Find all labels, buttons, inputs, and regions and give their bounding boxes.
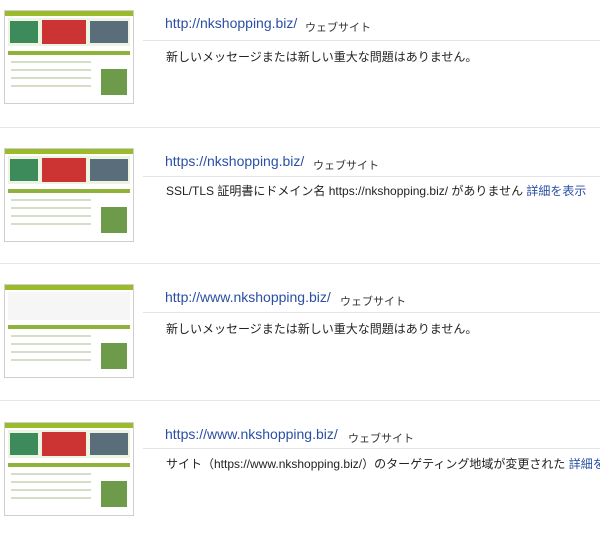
site-entry: https://nkshopping.biz/ ウェブサイト SSL/TLS 証… xyxy=(0,138,600,274)
site-message-text: SSL/TLS 証明書にドメイン名 https://nkshopping.biz… xyxy=(166,184,524,198)
site-thumbnail[interactable] xyxy=(4,422,134,516)
site-type-label: ウェブサイト xyxy=(348,433,414,445)
site-url-link[interactable]: http://nkshopping.biz/ xyxy=(165,15,297,31)
site-thumbnail[interactable] xyxy=(4,284,134,378)
site-message: 新しいメッセージまたは新しい重大な問題はありません。 xyxy=(166,48,477,65)
site-url-link[interactable]: https://nkshopping.biz/ xyxy=(165,153,304,169)
site-thumbnail[interactable] xyxy=(4,10,134,104)
site-message: サイト（https://www.nkshopping.biz/）のターゲティング… xyxy=(166,455,600,472)
site-entry: https://www.nkshopping.biz/ ウェブサイト サイト（h… xyxy=(0,412,600,548)
show-details-link[interactable]: 詳細を表示 xyxy=(569,457,600,471)
site-thumbnail[interactable] xyxy=(4,148,134,242)
site-url-link[interactable]: http://www.nkshopping.biz/ xyxy=(165,289,331,305)
site-message-text: サイト（https://www.nkshopping.biz/）のターゲティング… xyxy=(166,457,566,471)
site-message: SSL/TLS 証明書にドメイン名 https://nkshopping.biz… xyxy=(166,182,586,199)
site-type-label: ウェブサイト xyxy=(305,22,371,34)
site-message-text: 新しいメッセージまたは新しい重大な問題はありません。 xyxy=(166,322,478,336)
site-message: 新しいメッセージまたは新しい重大な問題はありません。 xyxy=(166,320,477,337)
site-message-text: 新しいメッセージまたは新しい重大な問題はありません。 xyxy=(166,50,478,64)
site-entry: http://www.nkshopping.biz/ ウェブサイト 新しいメッセ… xyxy=(0,276,600,412)
site-url-link[interactable]: https://www.nkshopping.biz/ xyxy=(165,426,338,442)
site-type-label: ウェブサイト xyxy=(340,296,406,308)
show-details-link[interactable]: 詳細を表示 xyxy=(526,184,586,198)
site-entry: http://nkshopping.biz/ ウェブサイト 新しいメッセージまた… xyxy=(0,0,600,136)
site-type-label: ウェブサイト xyxy=(313,160,379,172)
